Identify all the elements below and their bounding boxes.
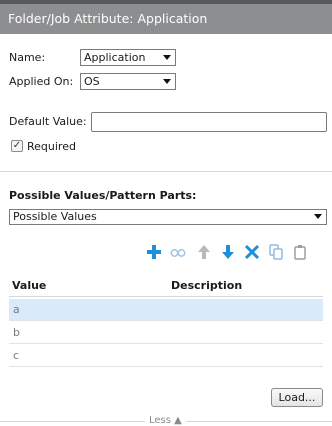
possible-values-type-dropdown[interactable]: Possible Values (9, 209, 327, 225)
applied-on-dropdown[interactable]: OS (80, 73, 176, 90)
default-value-label: Default Value: (9, 115, 87, 128)
delete-icon[interactable] (244, 244, 260, 260)
required-label: Required (27, 140, 76, 153)
name-label: Name: (9, 51, 46, 64)
panel-title: Folder/Job Attribute: Application (0, 4, 332, 34)
chevron-up-icon: ▲ (174, 415, 182, 426)
paste-icon[interactable] (292, 244, 308, 260)
default-value-input[interactable] (91, 112, 327, 132)
row-value: b (13, 326, 20, 339)
table-row[interactable]: c (9, 345, 323, 367)
chevron-down-icon (314, 214, 322, 219)
applied-on-dropdown-value: OS (84, 75, 100, 88)
attribute-panel: Name: Application Applied On: OS Default… (0, 34, 332, 426)
move-up-icon[interactable] (196, 244, 212, 260)
name-dropdown[interactable]: Application (80, 49, 176, 66)
row-value: a (13, 303, 20, 316)
rename-icon[interactable] (170, 244, 186, 260)
less-toggle[interactable]: Less ▲ (145, 415, 186, 426)
section-divider (0, 171, 332, 172)
table-row[interactable]: a (9, 299, 323, 321)
chevron-down-icon (163, 79, 171, 84)
value-column-header[interactable]: Value (12, 279, 46, 292)
move-down-icon[interactable] (220, 244, 236, 260)
chevron-down-icon (163, 55, 171, 60)
less-label: Less (149, 415, 171, 426)
checkmark-icon: ✓ (12, 140, 22, 151)
copy-icon[interactable] (268, 244, 284, 260)
add-icon[interactable] (146, 244, 162, 260)
grid-header: Value Description (9, 272, 323, 297)
load-button[interactable]: Load... (271, 388, 323, 407)
applied-on-label: Applied On: (9, 75, 74, 88)
name-dropdown-value: Application (84, 51, 146, 64)
possible-values-title: Possible Values/Pattern Parts: (9, 189, 197, 202)
description-column-header[interactable]: Description (171, 279, 242, 292)
possible-values-type-value: Possible Values (13, 210, 97, 223)
row-value: c (13, 349, 20, 362)
required-checkbox[interactable]: ✓ (11, 140, 23, 152)
table-row[interactable]: b (9, 322, 323, 344)
